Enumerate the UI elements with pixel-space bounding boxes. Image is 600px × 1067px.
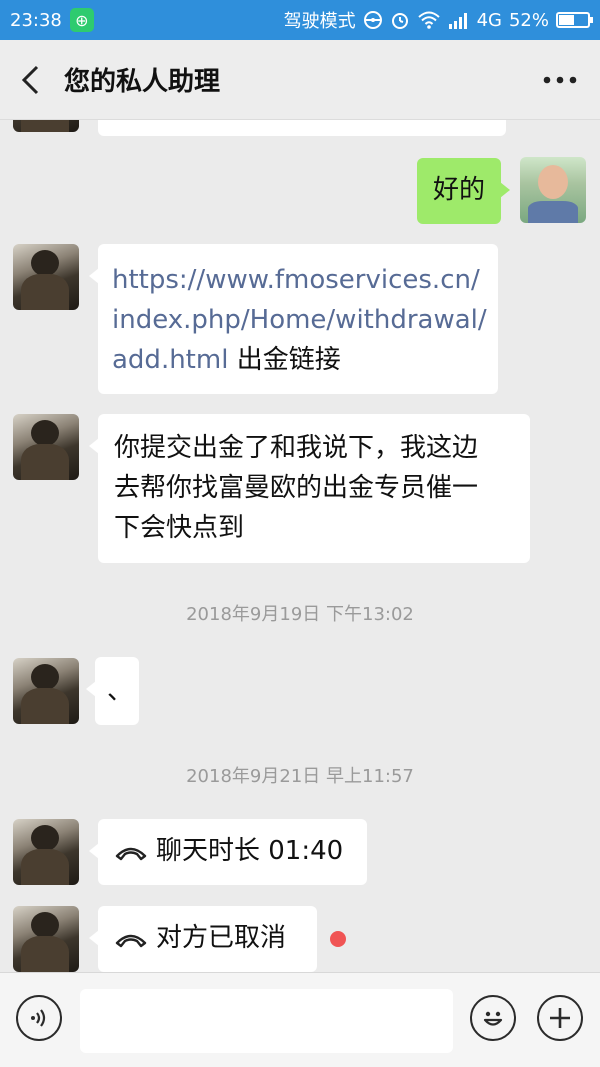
link-line-2[interactable]: index.php/Home/withdrawal/: [112, 300, 487, 340]
voice-icon[interactable]: [16, 995, 62, 1041]
message-bubble-link[interactable]: https://www.fmoservices.cn/ index.php/Ho…: [89, 244, 498, 394]
phone-hangup-icon: [115, 934, 147, 947]
link-line-3-url[interactable]: add.html: [112, 345, 228, 375]
call-duration-text: 聊天时长 01:40: [156, 836, 344, 866]
chat-title: 您的私人助理: [64, 67, 221, 97]
message-text: 、: [107, 676, 134, 706]
message-text: 好的: [433, 175, 486, 205]
message-bubble[interactable]: 、: [86, 657, 139, 725]
chat-messages: 好的 https://www.fmoservices.cn/ index.php…: [0, 120, 600, 972]
message-bubble-partial[interactable]: [98, 120, 506, 136]
message-bubble-mine[interactable]: 好的: [417, 158, 510, 224]
emoji-icon[interactable]: [470, 995, 516, 1041]
battery-percent: 52%: [508, 9, 549, 31]
wechat-chat-screen: 23:38 ⊕ 驾驶模式 4G 52% 您的私人助理 好的 https://ww…: [0, 0, 600, 1067]
avatar[interactable]: [13, 658, 79, 724]
more-dots-icon[interactable]: [520, 40, 600, 120]
plus-icon[interactable]: [537, 995, 583, 1041]
message-bubble[interactable]: 你提交出金了和我说下，我这边 去帮你找富曼欧的出金专员催一 下会快点到: [89, 414, 530, 563]
title-bar: 您的私人助理: [0, 40, 600, 120]
link-line-3: add.html 出金链接: [112, 340, 484, 380]
driving-mode-label: 驾驶模式: [283, 11, 356, 32]
network-type: 4G: [476, 9, 502, 31]
timestamp: 2018年9月21日 早上11:57: [186, 766, 414, 787]
avatar[interactable]: [13, 120, 79, 132]
status-bar: 23:38 ⊕ 驾驶模式 4G 52%: [0, 0, 600, 40]
status-time: 23:38: [10, 9, 62, 31]
wifi-icon: [417, 11, 440, 29]
steering-wheel-icon: [363, 11, 382, 29]
avatar-me[interactable]: [520, 157, 586, 223]
link-line-1[interactable]: https://www.fmoservices.cn/: [112, 260, 484, 300]
chevron-left-icon[interactable]: [0, 40, 60, 120]
avatar[interactable]: [13, 906, 79, 972]
avatar[interactable]: [13, 244, 79, 310]
alarm-icon: [391, 13, 408, 29]
signal-icon: [448, 13, 467, 29]
message-line-3: 下会快点到: [114, 513, 245, 543]
call-record-bubble[interactable]: 聊天时长 01:40: [89, 819, 367, 885]
avatar[interactable]: [13, 819, 79, 885]
timestamp: 2018年9月19日 下午13:02: [186, 604, 414, 625]
call-cancelled-text: 对方已取消: [156, 923, 287, 953]
link-suffix: 出金链接: [236, 345, 341, 375]
phone-hangup-icon: [115, 847, 147, 860]
unread-dot: [330, 931, 346, 947]
message-line-2: 去帮你找富曼欧的出金专员催一: [114, 473, 479, 503]
avatar[interactable]: [13, 414, 79, 480]
message-input[interactable]: [80, 989, 453, 1053]
input-bar: [0, 972, 600, 1067]
status-right: 驾驶模式 4G 52%: [283, 7, 593, 33]
message-line-1: 你提交出金了和我说下，我这边: [114, 433, 479, 463]
wechat-notification-icon: ⊕: [69, 8, 94, 32]
battery-icon: [556, 12, 593, 28]
call-record-bubble[interactable]: 对方已取消: [89, 906, 317, 972]
